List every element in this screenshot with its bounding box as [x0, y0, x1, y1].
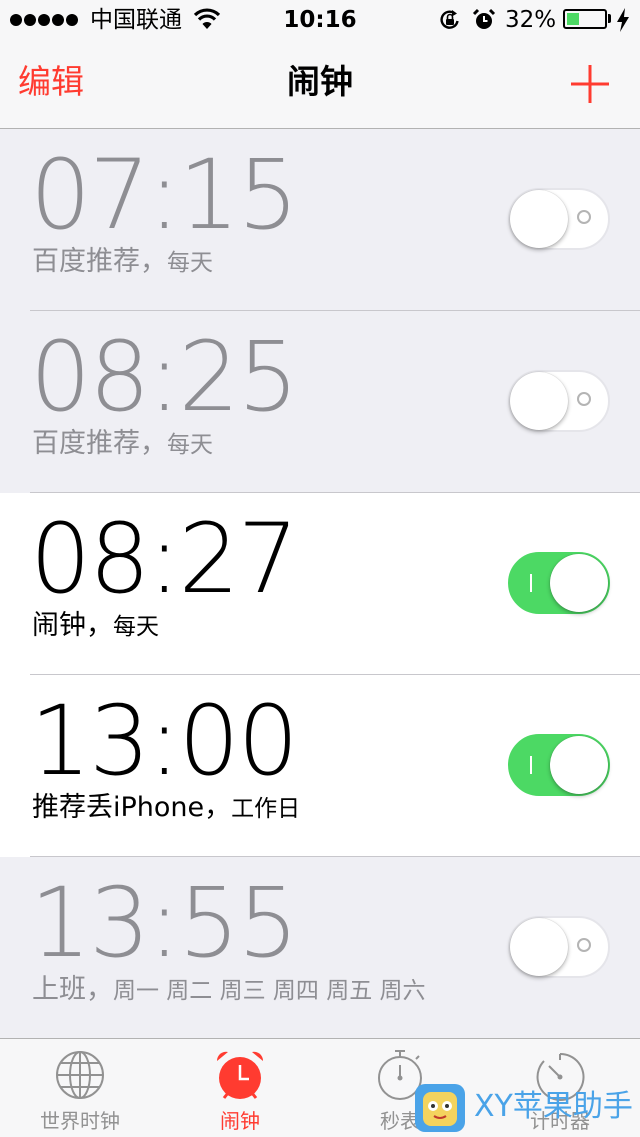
alarm-label: 上班，周一 周二 周三 周四 周五 周六	[32, 973, 426, 1008]
alarm-time: 08:27	[30, 503, 299, 615]
battery-icon	[563, 9, 607, 29]
globe-icon	[56, 1051, 104, 1099]
alarm-label-text: 百度推荐，	[32, 428, 167, 459]
alarm-toggle[interactable]	[508, 552, 610, 614]
alarm-repeat: 每天	[167, 250, 213, 276]
toggle-knob	[550, 736, 608, 794]
toggle-knob	[550, 554, 608, 612]
alarm-label-text: 上班，	[32, 974, 113, 1005]
battery-percentage: 32%	[505, 7, 557, 33]
alarm-row[interactable]: 08:25 百度推荐，每天	[0, 311, 640, 493]
alarm-icon	[472, 8, 496, 29]
alarm-toggle[interactable]	[508, 916, 610, 978]
alarm-row[interactable]: 07:15 百度推荐，每天	[0, 129, 640, 311]
alarm-row[interactable]: 08:27 闹钟，每天	[0, 493, 640, 675]
alarm-toggle[interactable]	[508, 734, 610, 796]
tab-label: 闹钟	[220, 1109, 260, 1133]
alarm-label: 闹钟，每天	[32, 609, 159, 644]
alarm-toggle[interactable]	[508, 370, 610, 432]
alarm-time: 13:00	[30, 685, 299, 797]
alarm-time: 08:25	[30, 321, 299, 433]
battery-tip	[608, 14, 611, 23]
toggle-knob	[510, 190, 568, 248]
alarm-label: 百度推荐，每天	[32, 427, 213, 462]
watermark-logo-icon	[415, 1084, 465, 1132]
tab-alarm[interactable]: 闹钟	[160, 1039, 320, 1137]
alarm-repeat: 周一 周二 周三 周四 周五 周六	[113, 978, 426, 1004]
alarm-list: 07:15 百度推荐，每天 08:25 百度推荐，每天 08:27 闹钟，每天 …	[0, 129, 640, 1039]
alarm-toggle[interactable]	[508, 188, 610, 250]
navigation-bar: 编辑 闹钟	[0, 40, 640, 129]
alarm-row[interactable]: 13:55 上班，周一 周二 周三 周四 周五 周六	[0, 857, 640, 1039]
toggle-knob	[510, 918, 568, 976]
alarm-time: 13:55	[30, 867, 299, 979]
charging-icon	[617, 8, 629, 32]
status-bar: 中国联通 10:16 32%	[0, 0, 640, 40]
alarm-label-text: 闹钟，	[32, 610, 113, 641]
watermark-text: XY苹果助手	[474, 1089, 633, 1124]
battery-level-fill	[567, 13, 579, 25]
rotation-lock-icon	[440, 10, 459, 29]
alarm-repeat: 工作日	[231, 796, 301, 822]
alarm-label: 百度推荐，每天	[32, 245, 213, 280]
alarm-clock-icon	[216, 1051, 264, 1099]
alarm-label-text: 百度推荐，	[32, 246, 167, 277]
alarm-label-text: 推荐丢iPhone，	[32, 792, 232, 823]
tab-world-clock[interactable]: 世界时钟	[0, 1039, 160, 1137]
alarm-repeat: 每天	[113, 614, 159, 640]
toggle-knob	[510, 372, 568, 430]
page-title: 闹钟	[287, 62, 353, 101]
alarm-time: 07:15	[30, 139, 299, 251]
plus-icon[interactable]	[566, 60, 614, 108]
alarm-repeat: 每天	[167, 432, 213, 458]
alarm-label: 推荐丢iPhone，工作日	[32, 791, 300, 826]
tab-label: 世界时钟	[40, 1109, 120, 1133]
alarm-row[interactable]: 13:00 推荐丢iPhone，工作日	[0, 675, 640, 857]
